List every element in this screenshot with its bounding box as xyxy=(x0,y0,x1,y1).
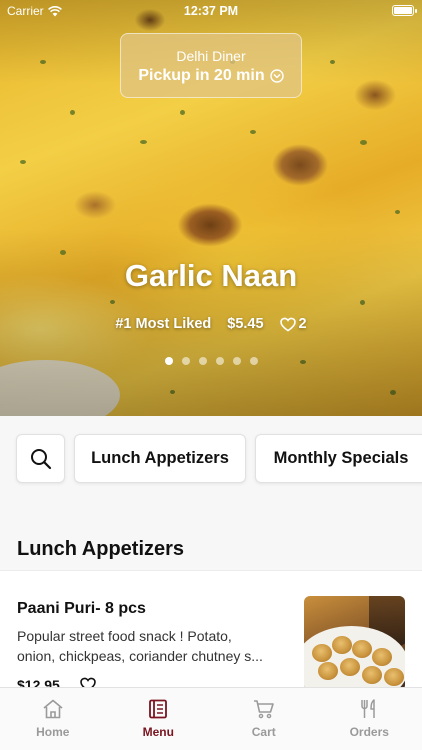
featured-price: $5.45 xyxy=(227,316,264,332)
menu-item-description-line: Popular street food snack ! Potato, xyxy=(17,628,232,644)
featured-badge: #1 Most Liked xyxy=(115,316,212,332)
tab-orders-label: Orders xyxy=(349,725,389,739)
cart-icon xyxy=(253,700,274,719)
featured-dish-meta: #1 Most Liked $5.45 2 xyxy=(0,316,422,332)
carousel-dot[interactable] xyxy=(164,357,173,365)
screen: Carrier 12:37 PM Delhi Diner Pickup in 2… xyxy=(0,0,422,750)
carousel-dot[interactable] xyxy=(198,357,207,365)
tab-menu-label: Menu xyxy=(142,725,174,739)
chevron-down-circle-icon xyxy=(269,69,284,83)
status-bar: Carrier 12:37 PM xyxy=(0,0,422,22)
tab-cart-label: Cart xyxy=(251,725,276,739)
home-icon xyxy=(43,699,63,719)
heart-icon xyxy=(279,317,296,332)
menu-book-icon xyxy=(149,699,168,719)
featured-likes[interactable]: 2 xyxy=(279,316,307,332)
pickup-selector[interactable]: Delhi Diner Pickup in 20 min xyxy=(120,33,302,98)
tab-home[interactable]: Home xyxy=(0,688,106,750)
tab-home-label: Home xyxy=(36,725,70,739)
menu-item-description: Popular street food snack ! Potato, onio… xyxy=(17,626,289,666)
status-time: 12:37 PM xyxy=(183,4,239,18)
carousel-dot[interactable] xyxy=(181,357,190,365)
category-chip-monthly-specials[interactable]: Monthly Specials xyxy=(255,434,422,483)
search-icon xyxy=(30,448,51,469)
carousel-dot[interactable] xyxy=(232,357,241,365)
tab-menu[interactable]: Menu xyxy=(106,688,212,750)
menu-item-description-line: onion, chickpeas, coriander chutney s... xyxy=(17,648,263,664)
category-filter-row: Lunch Appetizers Monthly Specials xyxy=(16,434,422,483)
featured-likes-count: 2 xyxy=(298,316,307,332)
menu-item-card[interactable]: Paani Puri- 8 pcs Popular street food sn… xyxy=(0,570,422,700)
pickup-time-label: Pickup in 20 min xyxy=(138,67,265,84)
tab-orders[interactable]: Orders xyxy=(317,688,422,750)
carousel-page-indicator[interactable] xyxy=(0,357,422,365)
menu-item-photo[interactable] xyxy=(304,596,405,691)
carousel-dot[interactable] xyxy=(215,357,224,365)
tab-cart[interactable]: Cart xyxy=(211,688,317,750)
tab-bar: Home Menu Cart Orders xyxy=(0,687,422,750)
section-title: Lunch Appetizers xyxy=(17,538,185,560)
carousel-dot[interactable] xyxy=(249,357,258,365)
utensils-icon xyxy=(361,699,375,718)
battery-icon xyxy=(392,5,417,16)
search-button[interactable] xyxy=(16,434,65,483)
menu-item-name: Paani Puri- 8 pcs xyxy=(17,600,146,617)
category-chip-lunch-appetizers[interactable]: Lunch Appetizers xyxy=(74,434,246,483)
featured-dish-name: Garlic Naan xyxy=(124,258,298,293)
restaurant-name: Delhi Diner xyxy=(176,48,246,64)
